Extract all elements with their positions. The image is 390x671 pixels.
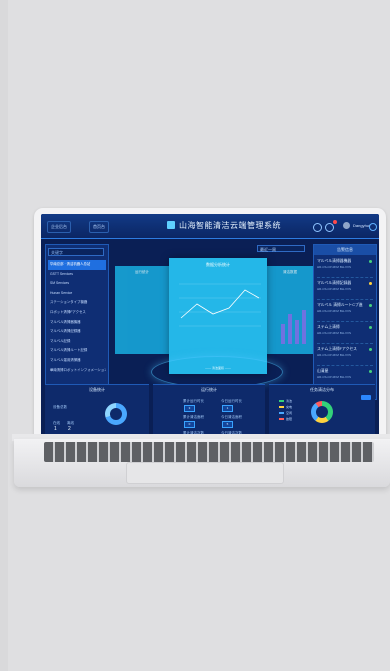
stat-label: 累计清洁面积 <box>183 415 204 419</box>
alert-item[interactable]: マルベル清掃記録器 HR-CS-CP-MXZ BH-VVS <box>317 281 373 300</box>
search-input[interactable]: 关键字 <box>48 248 104 256</box>
stat-value: 3 <box>184 405 195 412</box>
stat-value: 0 <box>184 421 195 428</box>
side-card-left-title: 运行统计 <box>135 270 149 274</box>
alert-name: 山清屋 <box>317 369 329 373</box>
offline-value: 2 <box>68 426 71 432</box>
side-card-right[interactable]: 清洁数据 <box>263 266 317 354</box>
top-bar: 企业后台 首页台 山海智能清洁云端管理系统 Dangyhui <box>41 214 379 239</box>
status-dot <box>369 370 372 373</box>
alert-name: マルベル清掃器機器 <box>317 259 352 263</box>
stat-label: 今日运行时长 <box>221 399 242 403</box>
device-donut-chart <box>105 403 127 425</box>
device-total-label: 设备总数 <box>53 405 67 409</box>
sidebar-item[interactable]: Hunan Service <box>48 289 106 299</box>
main-card-title: 数据分析统计 <box>206 262 230 267</box>
legend-item: 清洁 <box>279 399 292 403</box>
expand-button[interactable] <box>361 395 371 400</box>
legend-item: 故障 <box>279 417 292 421</box>
stat-label: 累计运行时长 <box>183 399 204 403</box>
run-stats-title: 运行统计 <box>201 387 217 392</box>
alert-time: HR-CS-CP-MXZ BH-VVS <box>317 265 352 269</box>
sidebar-item[interactable]: マルベル記録 <box>48 337 106 347</box>
line-chart <box>179 283 261 327</box>
stat-label: 今日清洁面积 <box>221 415 242 419</box>
side-card-left[interactable]: 运行统计 <box>115 266 169 354</box>
alert-time: HR-CS-CP-MXZ BH-VVS <box>317 309 352 313</box>
line-series <box>180 289 260 319</box>
status-dot <box>369 348 372 351</box>
bar <box>288 314 292 344</box>
sidebar-item[interactable]: 华南总部 · 清洁机器人总站 <box>48 260 106 270</box>
sidebar: 关键字 华南总部 · 清洁机器人总站 GSTT Services SM Serv… <box>45 244 109 400</box>
sidebar-nav: 华南总部 · 清洁机器人总站 GSTT Services SM Services… <box>48 260 106 375</box>
side-card-right-title: 清洁数据 <box>283 270 297 274</box>
alert-panel: 告警信息 マルベル清掃器機器 HR-CS-CP-MXZ BH-VVS マルベル清… <box>313 244 377 400</box>
status-dot <box>369 304 372 307</box>
date-range-select[interactable]: 最近一周 <box>257 245 305 252</box>
alert-time: HR-CS-CP-MXZ BH-VVS <box>317 331 352 335</box>
status-dot <box>369 260 372 263</box>
task-donut-chart <box>311 401 333 423</box>
task-distribution-title: 任务清洁分布 <box>310 387 334 392</box>
alert-item[interactable]: ステム上清掃 HR-CS-CP-MXZ BH-VVS <box>317 325 373 344</box>
sidebar-item[interactable]: マルベル清掃記録器 <box>48 327 106 337</box>
alert-name: ステム上清掃Fアクセス <box>317 347 357 351</box>
sidebar-item[interactable]: SM Services <box>48 279 106 289</box>
alert-name: マルベル清掃記録器 <box>317 281 352 285</box>
laptop: 企业后台 首页台 山海智能清洁云端管理系统 Dangyhui 关键字 华南总部 … <box>34 208 386 448</box>
keyboard <box>44 442 374 462</box>
bar <box>281 324 285 344</box>
bar <box>295 320 299 344</box>
sidebar-item[interactable]: マルベル清掃器機器 <box>48 318 106 328</box>
page-title: 山海智能清洁云端管理系统 <box>179 221 281 230</box>
alert-name: ステム上清掃 <box>317 325 340 329</box>
sidebar-item[interactable]: GSTT Services <box>48 270 106 280</box>
alert-time: HR-CS-CP-MXZ BH-VVS <box>317 287 352 291</box>
alert-panel-title: 告警信息 <box>314 245 376 255</box>
laptop-screen: 企业后台 首页台 山海智能清洁云端管理系统 Dangyhui 关键字 华南总部 … <box>41 214 379 446</box>
bar-chart <box>281 310 306 344</box>
notification-badge <box>333 220 337 224</box>
sidebar-item[interactable]: マルベル運用清掃器 <box>48 356 106 366</box>
filter-bar: 最近一周 <box>111 244 311 254</box>
sidebar-item[interactable]: ロボット清掃Fアクセス <box>48 308 106 318</box>
legend-item: 空闲 <box>279 411 292 415</box>
menu-icon[interactable] <box>369 223 377 231</box>
bell-icon[interactable] <box>325 223 334 232</box>
globe-icon[interactable] <box>313 223 322 232</box>
device-stats-title: 设备统计 <box>89 387 105 392</box>
status-dot <box>369 326 372 329</box>
stat-value: 1 <box>222 405 233 412</box>
alert-name: マルベル 清掃ルートCプ進 <box>317 303 363 307</box>
alert-item[interactable]: マルベル 清掃ルートCプ進 HR-CS-CP-MXZ BH-VVS <box>317 303 373 322</box>
sidebar-item[interactable]: 華南清掃ロボットインフォメーション <box>48 366 106 376</box>
trackpad <box>126 462 284 484</box>
bar <box>302 310 306 344</box>
alert-time: HR-CS-CP-MXZ BH-VVS <box>317 375 352 379</box>
enterprise-backend-tab[interactable]: 企业后台 <box>47 221 71 233</box>
sidebar-item[interactable]: マルベル清掃ルート記録 <box>48 346 106 356</box>
alert-item[interactable]: マルベル清掃器機器 HR-CS-CP-MXZ BH-VVS <box>317 259 373 278</box>
alert-time: HR-CS-CP-MXZ BH-VVS <box>317 353 352 357</box>
online-value: 1 <box>54 426 57 432</box>
status-dot <box>369 282 372 285</box>
username[interactable]: Dangyhui <box>353 223 370 228</box>
stat-value: 5 <box>222 421 233 428</box>
avatar[interactable] <box>343 222 350 229</box>
legend-item: 充电 <box>279 405 292 409</box>
alert-item[interactable]: ステム上清掃Fアクセス HR-CS-CP-MXZ BH-VVS <box>317 347 373 366</box>
home-tab[interactable]: 首页台 <box>89 221 109 233</box>
logo-icon <box>167 221 175 229</box>
sidebar-item[interactable]: ステーションタイプ機器 <box>48 298 106 308</box>
